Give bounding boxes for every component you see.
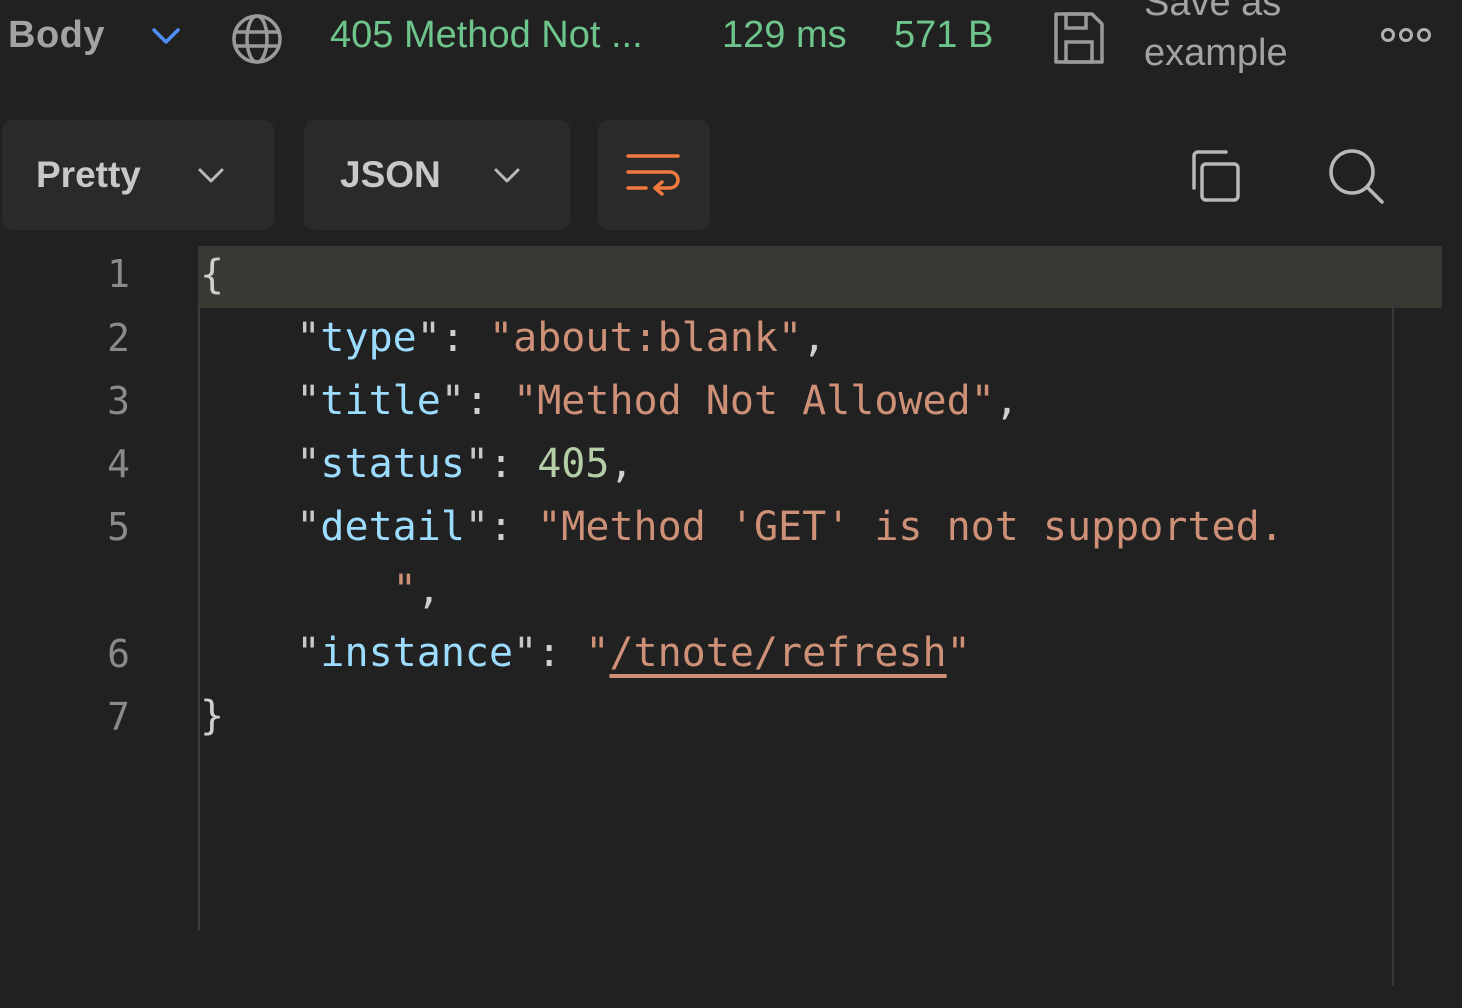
- copy-icon[interactable]: [1188, 148, 1244, 204]
- save-as-example-button[interactable]: Save as example: [1144, 0, 1324, 78]
- body-tab-label[interactable]: Body: [8, 14, 105, 57]
- search-icon[interactable]: [1326, 146, 1386, 206]
- json-value-detail: Method 'GET' is not supported.: [561, 504, 1284, 550]
- save-icon[interactable]: [1052, 10, 1106, 66]
- code-line-4: "status": 405,: [296, 441, 634, 487]
- format-dropdown[interactable]: Pretty: [2, 120, 274, 230]
- active-line-highlight: [198, 246, 1442, 308]
- line-number: 4: [107, 442, 130, 486]
- code-line-2: "type": "about:blank",: [296, 315, 827, 361]
- json-key-status: status: [320, 441, 465, 487]
- json-key-type: type: [320, 315, 417, 361]
- line-number: 6: [107, 632, 130, 676]
- json-key-detail: detail: [320, 504, 465, 550]
- word-wrap-icon: [626, 154, 680, 196]
- response-body-editor[interactable]: 1 2 3 4 5 6 7 { "type": "about:blank", "…: [0, 244, 1462, 1008]
- code-line-7: }: [200, 693, 224, 739]
- language-dropdown-label: JSON: [340, 154, 441, 195]
- format-dropdown-label: Pretty: [36, 154, 141, 195]
- chevron-down-icon: [494, 168, 520, 183]
- line-number: 2: [107, 316, 130, 360]
- code-line-1: {: [200, 252, 224, 298]
- response-status-bar: Body 405 Method Not ... 129 ms 571 B Sav…: [0, 0, 1462, 84]
- json-value-status: 405: [537, 441, 610, 487]
- word-wrap-button[interactable]: [598, 120, 710, 230]
- json-key-instance: instance: [320, 630, 514, 676]
- response-panel: Body 405 Method Not ... 129 ms 571 B Sav…: [0, 0, 1462, 1008]
- line-number: 3: [107, 379, 130, 423]
- line-number: 5: [107, 505, 130, 549]
- chevron-down-icon[interactable]: [148, 22, 184, 50]
- response-time[interactable]: 129 ms: [722, 14, 847, 57]
- more-options-icon[interactable]: [1380, 26, 1432, 44]
- chevron-down-icon: [198, 168, 224, 183]
- editor-ruler: [1392, 246, 1394, 986]
- line-number: 1: [107, 252, 130, 296]
- response-size[interactable]: 571 B: [894, 14, 993, 57]
- close-brace: }: [200, 693, 225, 739]
- json-value-instance-link[interactable]: /tnote/refresh: [609, 630, 946, 676]
- json-value-type: about:blank: [513, 315, 779, 361]
- code-line-5-wrap: ",: [392, 567, 441, 613]
- code-line-5: "detail": "Method 'GET' is not supported…: [296, 504, 1284, 550]
- status-code[interactable]: 405 Method Not ...: [330, 14, 643, 57]
- code-line-3: "title": "Method Not Allowed",: [296, 378, 1019, 424]
- json-key-title: title: [320, 378, 441, 424]
- language-dropdown[interactable]: JSON: [304, 120, 570, 230]
- line-number: 7: [107, 695, 130, 739]
- code-line-6: "instance": "/tnote/refresh": [296, 630, 971, 676]
- open-brace: {: [200, 252, 225, 298]
- json-value-title: Method Not Allowed: [537, 378, 971, 424]
- globe-icon[interactable]: [230, 12, 284, 66]
